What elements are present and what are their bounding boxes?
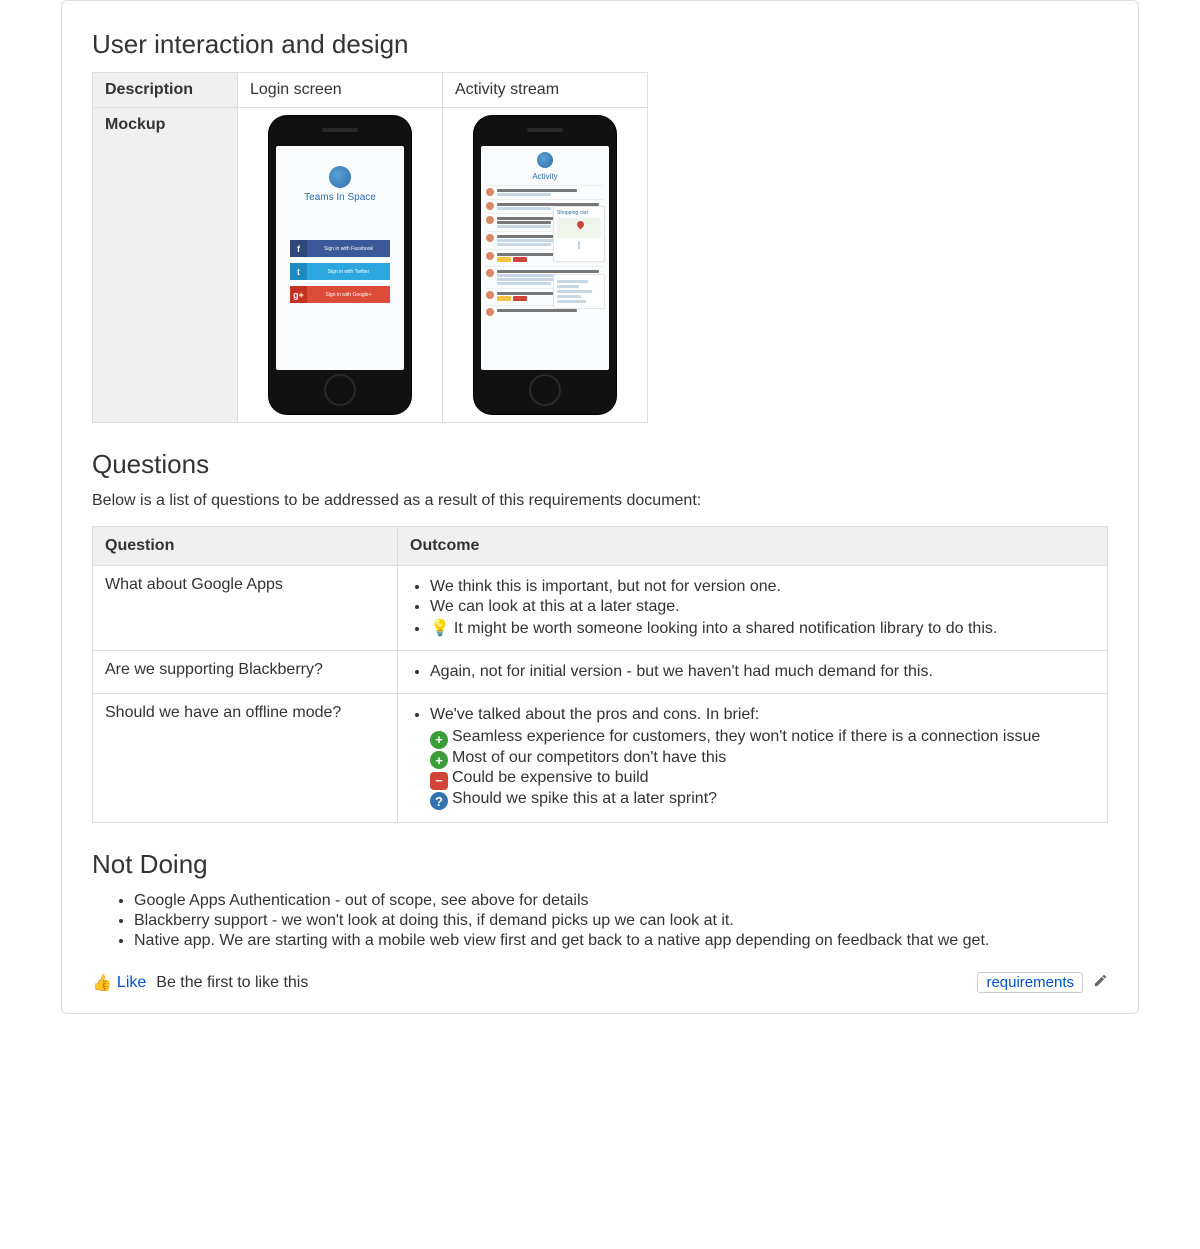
outcome-cell: We think this is important, but not for …	[398, 566, 1108, 651]
phone-frame-login: Teams In Space fSign in with Facebook tS…	[269, 116, 411, 414]
section-heading-not-doing: Not Doing	[92, 849, 1108, 880]
table-row: Are we supporting Blackberry? Again, not…	[93, 651, 1108, 694]
activity-screen: Activity Shopping cart	[481, 146, 609, 370]
activity-comments-card	[553, 274, 605, 309]
app-logo-icon	[537, 152, 553, 168]
section-heading-questions: Questions	[92, 449, 1108, 480]
app-brand-text: Teams In Space	[304, 192, 376, 203]
questions-intro: Below is a list of questions to be addre…	[92, 492, 1108, 510]
section-heading-design: User interaction and design	[92, 29, 1108, 60]
page-footer: 👍 Like Be the first to like this require…	[92, 972, 1108, 993]
pro-item: +Seamless experience for customers, they…	[430, 728, 1095, 749]
outcome-cell: Again, not for initial version - but we …	[398, 651, 1108, 694]
question-cell: What about Google Apps	[93, 566, 398, 651]
list-item: We can look at this at a later stage.	[430, 598, 1095, 616]
list-item: Native app. We are starting with a mobil…	[134, 932, 1108, 950]
not-doing-list: Google Apps Authentication - out of scop…	[92, 892, 1108, 950]
map-pin-icon	[576, 220, 586, 230]
mockup-activity-cell: Activity Shopping cart	[443, 108, 648, 423]
list-item: Google Apps Authentication - out of scop…	[134, 892, 1108, 910]
table-row: Should we have an offline mode? We've ta…	[93, 694, 1108, 823]
like-status: Be the first to like this	[156, 974, 308, 992]
outcome-cell: We've talked about the pros and cons. In…	[398, 694, 1108, 823]
mockup-table: Description Login screen Activity stream…	[92, 72, 648, 423]
facebook-signin-button: fSign in with Facebook	[290, 240, 390, 257]
mock-row-label-mockup: Mockup	[93, 108, 238, 423]
questions-header-outcome: Outcome	[398, 527, 1108, 566]
table-row: What about Google Apps We think this is …	[93, 566, 1108, 651]
pencil-icon	[1093, 973, 1108, 988]
thumbs-up-icon: 👍	[92, 973, 112, 993]
activity-map-card: Shopping cart	[553, 206, 605, 262]
pro-item: +Most of our competitors don't have this	[430, 749, 1095, 770]
plus-icon: +	[430, 731, 448, 749]
questions-header-question: Question	[93, 527, 398, 566]
like-button[interactable]: 👍 Like	[92, 973, 146, 993]
question-cell: Should we have an offline mode?	[93, 694, 398, 823]
phone-frame-activity: Activity Shopping cart	[474, 116, 616, 414]
question-cell: Are we supporting Blackberry?	[93, 651, 398, 694]
mock-col-login-label: Login screen	[238, 73, 443, 108]
document-page: User interaction and design Description …	[61, 0, 1139, 1014]
question-icon: ?	[430, 792, 448, 810]
app-logo-icon	[329, 166, 351, 188]
plus-icon: +	[430, 751, 448, 769]
list-item: 💡It might be worth someone looking into …	[430, 618, 1095, 638]
con-item: −Could be expensive to build	[430, 769, 1095, 790]
twitter-signin-button: tSign in with Twitter	[290, 263, 390, 280]
mockup-login-cell: Teams In Space fSign in with Facebook tS…	[238, 108, 443, 423]
list-item: We've talked about the pros and cons. In…	[430, 706, 1095, 810]
edit-labels-button[interactable]	[1093, 973, 1108, 993]
list-item: Again, not for initial version - but we …	[430, 663, 1095, 681]
list-item: We think this is important, but not for …	[430, 578, 1095, 596]
login-screen: Teams In Space fSign in with Facebook tS…	[276, 146, 404, 370]
minus-icon: −	[430, 772, 448, 790]
lightbulb-icon: 💡	[430, 620, 450, 637]
google-signin-button: g+Sign in with Google+	[290, 286, 390, 303]
label-tag[interactable]: requirements	[977, 972, 1083, 993]
questions-table: Question Outcome What about Google Apps …	[92, 526, 1108, 823]
mock-col-activity-label: Activity stream	[443, 73, 648, 108]
mock-row-label-description: Description	[93, 73, 238, 108]
question-item: ?Should we spike this at a later sprint?	[430, 790, 1095, 811]
activity-title: Activity	[532, 172, 557, 181]
list-item: Blackberry support - we won't look at do…	[134, 912, 1108, 930]
